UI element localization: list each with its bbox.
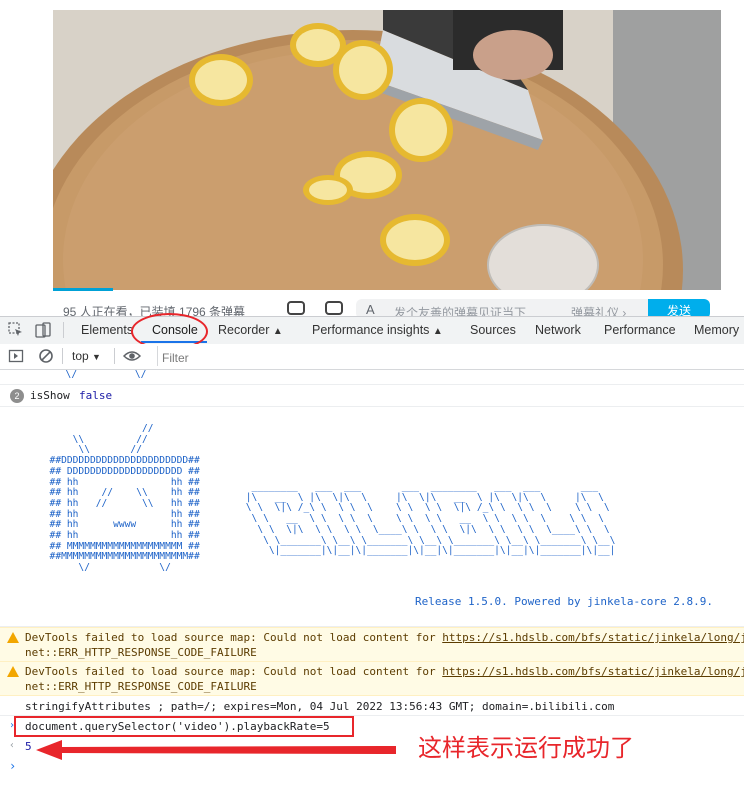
console-message: stringifyAttributes ; path=/; expires=Mo… xyxy=(0,695,744,716)
ascii-art-bilibili: ________ ___ ___ ___ ________ ___ ___ __… xyxy=(245,481,616,557)
video-player[interactable] xyxy=(53,10,721,290)
warning-icon xyxy=(7,632,19,643)
chevron-down-icon: ▼ xyxy=(92,352,101,362)
tab-sources[interactable]: Sources xyxy=(470,323,516,337)
devtools-tab-bar: Elements Console Recorder ▲ Performance … xyxy=(0,316,744,345)
tab-elements[interactable]: Elements xyxy=(81,323,133,337)
toolbar-divider xyxy=(62,348,63,364)
sidebar-toggle-icon[interactable] xyxy=(8,348,24,364)
video-section: 95 人正在看，已装填 1796 条弹幕 A 发个友善的弹幕见证当下 弹幕礼仪 … xyxy=(0,0,744,320)
experiment-flask-icon: ▲ xyxy=(272,326,283,337)
console-warning: DevTools failed to load source map: Coul… xyxy=(0,661,744,696)
tab-memory[interactable]: Memory xyxy=(694,323,739,337)
release-text: Release 1.5.0. Powered by jinkela-core 2… xyxy=(415,595,714,608)
inspect-element-icon[interactable] xyxy=(8,322,24,338)
tab-performance-insights-label: Performance insights xyxy=(312,323,430,337)
tab-network[interactable]: Network xyxy=(535,323,581,337)
filter-input[interactable]: Filter xyxy=(157,346,744,366)
danmaku-toggle-icon[interactable] xyxy=(287,301,305,315)
annotation-arrow-icon xyxy=(36,740,396,760)
experiment-flask-icon: ▲ xyxy=(432,326,443,337)
command-highlight-box xyxy=(14,716,354,737)
repeat-count-badge: 2 xyxy=(10,389,24,403)
prompt-chevron-icon: › xyxy=(9,759,17,773)
warning-text: DevTools failed to load source map: Coul… xyxy=(25,631,443,644)
warning-icon xyxy=(7,666,19,677)
context-label: top xyxy=(72,349,89,363)
toolbar-divider xyxy=(114,348,115,364)
ascii-art-tail: \/ \/ xyxy=(54,369,147,380)
console-message: \/ \/ xyxy=(0,369,744,385)
log-value: false xyxy=(79,389,113,402)
source-map-link[interactable]: https://s1.hdslb.com/bfs/static/jinkela/… xyxy=(442,665,744,678)
stringify-log: stringifyAttributes ; path=/; expires=Mo… xyxy=(25,700,615,713)
annotation-text: 这样表示运行成功了 xyxy=(418,734,634,762)
result-return-icon: ‹ xyxy=(9,740,16,751)
warning-text: DevTools failed to load source map: Coul… xyxy=(25,665,443,678)
warning-error-code: net::ERR_HTTP_RESPONSE_CODE_FAILURE xyxy=(25,646,257,659)
tab-recorder[interactable]: Recorder ▲ xyxy=(218,323,283,337)
log-key: isShow xyxy=(30,389,70,402)
live-expression-eye-icon[interactable] xyxy=(123,349,141,363)
clear-console-icon[interactable] xyxy=(38,348,54,364)
device-toolbar-icon[interactable] xyxy=(35,322,51,338)
context-selector[interactable]: top ▼ xyxy=(72,349,101,363)
console-toolbar: top ▼ Filter xyxy=(0,344,744,370)
ascii-art-tv: // \\ // \\ // ##DDDDDDDDDDDDDDDDDDDDDD#… xyxy=(49,423,200,574)
tab-divider xyxy=(63,322,64,338)
tab-performance-insights[interactable]: Performance insights ▲ xyxy=(312,323,443,337)
console-message: // \\ // \\ // ##DDDDDDDDDDDDDDDDDDDDDD#… xyxy=(0,407,744,627)
tab-performance[interactable]: Performance xyxy=(604,323,676,337)
video-progress-bar[interactable] xyxy=(53,288,113,291)
tab-recorder-label: Recorder xyxy=(218,323,270,337)
danmaku-a-icon: A xyxy=(366,302,375,317)
console-warning: DevTools failed to load source map: Coul… xyxy=(0,627,744,662)
danmaku-settings-icon[interactable] xyxy=(325,301,343,315)
console-message: 2 isShow false xyxy=(0,385,744,407)
filter-placeholder: Filter xyxy=(162,351,189,365)
warning-error-code: net::ERR_HTTP_RESPONSE_CODE_FAILURE xyxy=(25,680,257,693)
result-value: 5 xyxy=(25,740,32,753)
video-frame-image xyxy=(53,10,721,290)
source-map-link[interactable]: https://s1.hdslb.com/bfs/static/jinkela/… xyxy=(442,631,744,644)
